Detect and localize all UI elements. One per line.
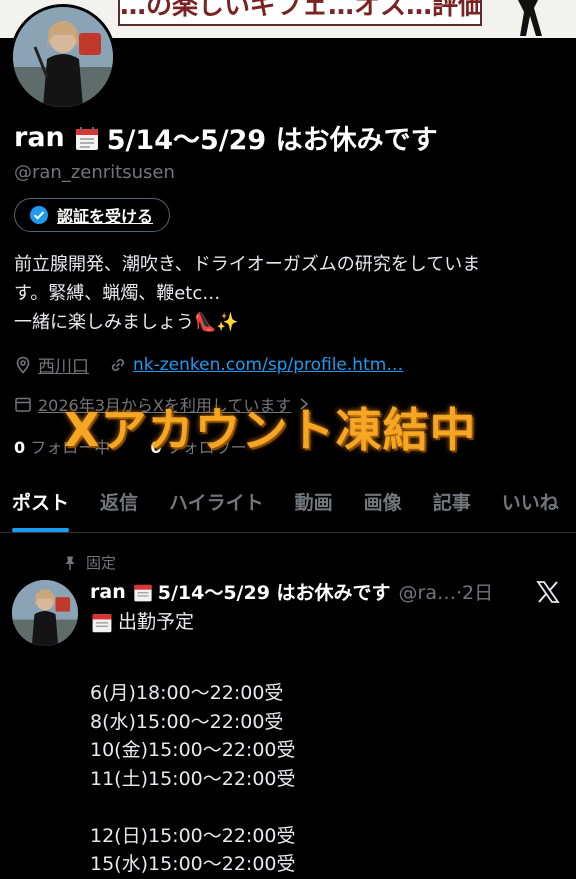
post-title: 出勤予定: [118, 611, 195, 633]
pinned-label: 固定: [86, 554, 117, 572]
avatar-photo: [13, 7, 113, 107]
tab-highlights[interactable]: ハイライト: [169, 482, 264, 532]
banner-figure-graphic: [518, 0, 542, 36]
post-body: 出勤予定 6(月)18:00～22:00受 8(水)15:00～22:00受 1…: [90, 608, 296, 879]
banner-text: …の楽しいギフェ…オス…評価…: [118, 0, 482, 26]
tab-posts[interactable]: ポスト: [12, 482, 70, 532]
post-author-name[interactable]: ran: [90, 581, 126, 603]
post-author-avatar[interactable]: [12, 580, 78, 646]
post-handle-time: @ra…·2日: [398, 582, 494, 604]
post-avatar-photo: [12, 580, 78, 646]
calendar-icon: [92, 614, 112, 633]
calendar-icon: [75, 126, 98, 150]
tabs-divider: [0, 532, 576, 533]
calendar-icon: [134, 584, 152, 601]
location-text: 西川口: [38, 357, 89, 377]
verified-badge-icon: [30, 206, 48, 224]
display-name: ran: [14, 122, 65, 153]
bio-line-text: 一緒に楽しみましょう: [14, 312, 194, 333]
profile-tabs: ポスト 返信 ハイライト 動画 画像 記事 いいね: [0, 482, 576, 532]
tab-videos[interactable]: 動画: [295, 482, 333, 532]
get-verified-button[interactable]: 認証を受ける: [14, 198, 171, 232]
display-name-suffix: 5/14～5/29 はお休みです: [106, 125, 438, 156]
profile-handle: @ran_zenritsusen: [14, 162, 175, 183]
location-pin-icon: [16, 356, 30, 374]
post-header: ran 5/14～5/29 はお休みです @ra…·2日: [90, 578, 493, 605]
bio-line: 一緒に楽しみましょう👠✨: [14, 308, 562, 337]
pinned-indicator: 固定: [62, 552, 116, 573]
following-count: 0: [14, 438, 26, 457]
get-verified-label: 認証を受ける: [57, 207, 154, 226]
account-suspended-overlay: Xアカウント凍結中: [64, 403, 477, 457]
profile-bio: 前立腺開発、潮吹き、ドライオーガズムの研究をしていま す。緊縛、蝋燭、鞭etc……: [14, 250, 562, 337]
calendar-outline-icon: [15, 397, 31, 412]
post-schedule: 6(月)18:00～22:00受 8(水)15:00～22:00受 10(金)1…: [90, 682, 296, 875]
profile-name: ran 5/14～5/29 はお休みです: [14, 118, 438, 157]
tab-photos[interactable]: 画像: [364, 482, 402, 532]
tab-articles[interactable]: 記事: [433, 482, 471, 532]
profile-avatar[interactable]: [10, 4, 116, 110]
bio-line: す。緊縛、蝋燭、鞭etc…: [14, 283, 221, 304]
pin-icon: [65, 556, 75, 570]
post-title-row: 出勤予定: [90, 608, 296, 637]
profile-meta: 西川口 nk-zenken.com/sp/profile.htm…: [14, 352, 403, 377]
x-logo-icon[interactable]: [536, 580, 560, 604]
link-icon: [111, 358, 125, 371]
tab-likes[interactable]: いいね: [502, 482, 559, 532]
post-author-suffix: 5/14～5/29 はお休みです: [157, 582, 391, 604]
bio-emoji: 👠✨: [194, 312, 239, 333]
bio-line: 前立腺開発、潮吹き、ドライオーガズムの研究をしていま: [14, 254, 481, 275]
profile-website-link[interactable]: nk-zenken.com/sp/profile.htm…: [133, 355, 403, 375]
tab-replies[interactable]: 返信: [100, 482, 138, 532]
